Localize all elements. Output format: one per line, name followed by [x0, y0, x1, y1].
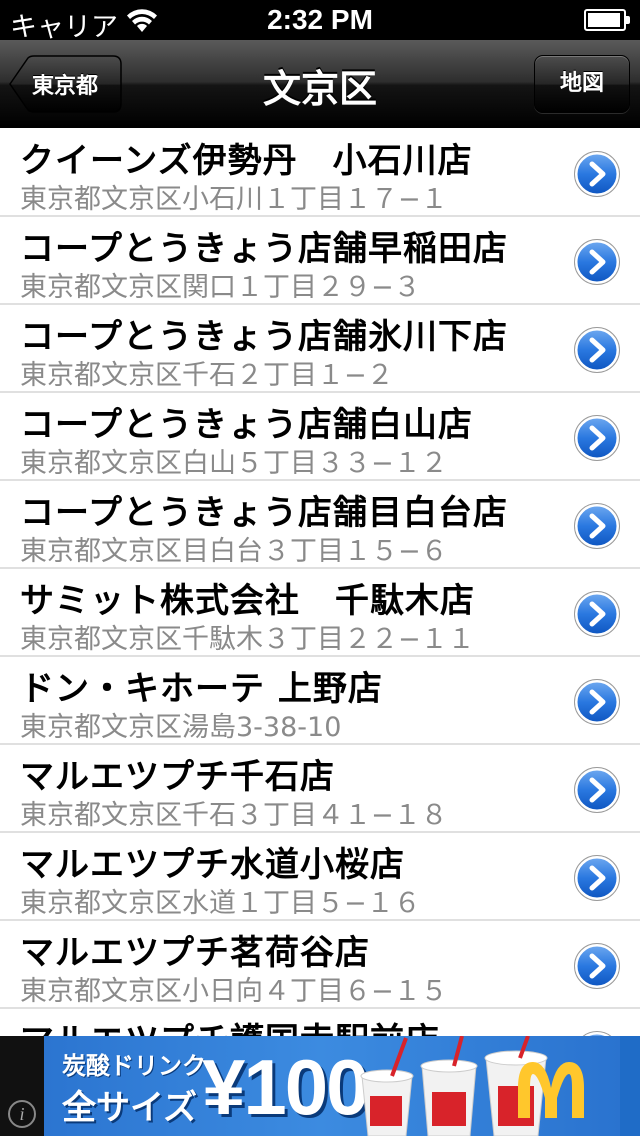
detail-disclosure-icon[interactable] — [574, 151, 620, 197]
ad-creative[interactable]: 炭酸ドリンク 全サイズ ¥100 — [22, 1036, 620, 1136]
detail-disclosure-icon[interactable] — [574, 943, 620, 989]
ad-line2: 全サイズ — [62, 1088, 197, 1128]
store-row[interactable]: クイーンズ伊勢丹 小石川店 東京都文京区小石川１丁目１７−１ — [0, 129, 640, 217]
store-list: クイーンズ伊勢丹 小石川店 東京都文京区小石川１丁目１７−１ コープとうきょう店舗早… — [0, 129, 640, 1036]
store-address: 東京都文京区白山５丁目３３−１２ — [20, 448, 448, 479]
store-address: 東京都文京区水道１丁目５−１６ — [20, 888, 421, 919]
ad-banner[interactable]: 炭酸ドリンク 全サイズ ¥100 i — [0, 1036, 640, 1136]
store-row[interactable]: マルエツプチ護国寺駅前店 — [0, 1009, 640, 1036]
store-row[interactable]: コープとうきょう店舗白山店 東京都文京区白山５丁目３３−１２ — [0, 393, 640, 481]
battery-icon — [584, 9, 630, 31]
store-row[interactable]: マルエツプチ水道小桜店 東京都文京区水道１丁目５−１６ — [0, 833, 640, 921]
store-row[interactable]: マルエツプチ千石店 東京都文京区千石３丁目４１−１８ — [0, 745, 640, 833]
status-bar: キャリア 2:32 PM — [0, 0, 640, 43]
store-name: コープとうきょう店舗氷川下店 — [20, 317, 508, 357]
store-name: マルエツプチ茗荷谷店 — [20, 933, 370, 973]
store-address: 東京都文京区湯島3-38-10 — [20, 712, 342, 743]
store-name: マルエツプチ護国寺駅前店 — [20, 1013, 440, 1036]
detail-disclosure-icon[interactable] — [574, 855, 620, 901]
store-row[interactable]: コープとうきょう店舗氷川下店 東京都文京区千石２丁目１−２ — [0, 305, 640, 393]
info-icon[interactable]: i — [8, 1100, 36, 1128]
store-address: 東京都文京区目白台３丁目１５−６ — [20, 536, 448, 567]
store-name: サミット株式会社 千駄木店 — [20, 581, 475, 621]
mcdonalds-logo-icon — [518, 1062, 584, 1118]
detail-disclosure-icon[interactable] — [574, 591, 620, 637]
store-address: 東京都文京区千石２丁目１−２ — [20, 360, 394, 391]
clock: 2:32 PM — [267, 4, 373, 35]
store-row[interactable]: マルエツプチ茗荷谷店 東京都文京区小日向４丁目６−１５ — [0, 921, 640, 1009]
store-name: マルエツプチ千石店 — [20, 757, 335, 797]
detail-disclosure-icon[interactable] — [574, 679, 620, 725]
store-row[interactable]: コープとうきょう店舗目白台店 東京都文京区目白台３丁目１５−６ — [0, 481, 640, 569]
store-address: 東京都文京区千石３丁目４１−１８ — [20, 800, 448, 831]
store-row[interactable]: ドン・キホーテ 上野店 東京都文京区湯島3-38-10 — [0, 657, 640, 745]
detail-disclosure-icon[interactable] — [574, 327, 620, 373]
ad-line1: 炭酸ドリンク — [62, 1052, 206, 1080]
map-button[interactable]: 地図 — [534, 55, 630, 113]
store-address: 東京都文京区小石川１丁目１７−１ — [20, 184, 448, 215]
ad-price: ¥100 — [202, 1043, 370, 1131]
store-name: クイーンズ伊勢丹 小石川店 — [20, 141, 473, 181]
store-address: 東京都文京区小日向４丁目６−１５ — [20, 976, 448, 1007]
store-address: 東京都文京区関口１丁目２９−３ — [20, 272, 421, 303]
store-name: マルエツプチ水道小桜店 — [20, 845, 405, 885]
detail-disclosure-icon[interactable] — [574, 415, 620, 461]
store-row[interactable]: コープとうきょう店舗早稲田店 東京都文京区関口１丁目２９−３ — [0, 217, 640, 305]
store-row[interactable]: サミット株式会社 千駄木店 東京都文京区千駄木３丁目２２−１１ — [0, 569, 640, 657]
navigation-bar: 東京都 文京区 地図 — [0, 40, 640, 128]
detail-disclosure-icon[interactable] — [574, 239, 620, 285]
detail-disclosure-icon[interactable] — [574, 503, 620, 549]
drink-cups-image — [360, 1036, 548, 1136]
store-name: コープとうきょう店舗早稲田店 — [20, 229, 508, 269]
store-name: ドン・キホーテ 上野店 — [20, 669, 383, 709]
detail-disclosure-icon[interactable] — [574, 767, 620, 813]
ad-info-strip: i — [0, 1036, 44, 1136]
store-name: コープとうきょう店舗目白台店 — [20, 493, 508, 533]
store-address: 東京都文京区千駄木３丁目２２−１１ — [20, 624, 475, 655]
store-name: コープとうきょう店舗白山店 — [20, 405, 473, 445]
